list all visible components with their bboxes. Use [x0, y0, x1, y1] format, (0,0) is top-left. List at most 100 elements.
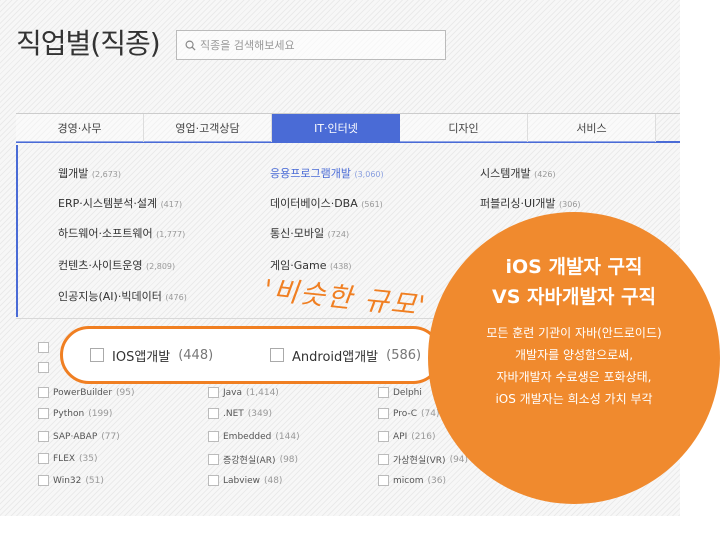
skill-checkbox[interactable]: Python (199) — [38, 408, 112, 419]
category-count: (561) — [361, 200, 383, 209]
option-count: (448) — [178, 347, 214, 363]
skill-checkbox[interactable]: 가상현실(VR) (94) — [378, 453, 468, 466]
category-count: (2,673) — [91, 170, 122, 179]
skill-label: Pro-C — [393, 408, 417, 419]
skill-checkbox[interactable]: Win32 (51) — [38, 475, 104, 486]
callout-body-line: iOS 개발자는 희소성 가치 부각 — [495, 392, 653, 406]
tab-service[interactable]: 서비스 — [528, 114, 656, 142]
callout-body: 모든 훈련 기관이 자바(안드로이드) 개발자를 양성함으로써, 자바개발자 수… — [428, 322, 720, 410]
skill-checkbox[interactable]: API (216) — [378, 431, 435, 442]
category-label: ERP·시스템분석·설계 — [58, 197, 158, 210]
checkbox[interactable] — [208, 431, 219, 442]
skill-label: Labview — [223, 475, 260, 486]
category-item[interactable]: 시스템개발 (426) — [480, 165, 556, 181]
skill-count: (144) — [275, 431, 300, 442]
skill-checkbox[interactable]: Labview (48) — [208, 475, 282, 486]
skill-count: (199) — [88, 408, 113, 419]
tab-it-internet[interactable]: IT·인터넷 — [272, 114, 400, 142]
skill-label: Win32 — [53, 475, 82, 486]
callout-body-line: 개발자를 양성함으로써, — [514, 348, 634, 362]
category-label: 시스템개발 — [480, 167, 531, 180]
category-tabs: 경영·사무 영업·고객상담 IT·인터넷 디자인 서비스 — [16, 113, 680, 143]
skill-count: (95) — [116, 387, 135, 398]
category-label: 하드웨어·소프트웨어 — [58, 227, 153, 240]
skill-checkbox[interactable] — [38, 342, 49, 353]
callout-body-line: 모든 훈련 기관이 자바(안드로이드) — [486, 326, 662, 340]
category-label: 응용프로그램개발 — [270, 167, 351, 180]
callout-body-line: 자바개발자 수료생은 포화상태, — [496, 370, 652, 384]
checkbox[interactable] — [208, 475, 219, 486]
skill-label: FLEX — [53, 453, 76, 464]
skill-checkbox[interactable]: 증강현실(AR) (98) — [208, 453, 298, 466]
checkbox[interactable] — [38, 453, 49, 464]
checkbox[interactable] — [208, 454, 219, 465]
checkbox[interactable] — [378, 454, 389, 465]
checkbox[interactable] — [38, 342, 49, 353]
checkbox[interactable] — [378, 408, 389, 419]
checkbox[interactable] — [38, 431, 49, 442]
checkbox[interactable] — [208, 387, 219, 398]
tab-sales[interactable]: 영업·고객상담 — [144, 114, 272, 142]
skill-checkbox[interactable]: .NET (349) — [208, 408, 272, 419]
android-app-option[interactable]: Android앱개발 (586) — [270, 346, 421, 365]
skill-label: 가상현실(VR) — [393, 456, 446, 466]
callout-circle: iOS 개발자 구직 VS 자바개발자 구직 모든 훈련 기관이 자바(안드로이… — [428, 212, 720, 504]
category-item[interactable]: 통신·모바일 (724) — [270, 225, 349, 241]
checkbox[interactable] — [378, 387, 389, 398]
category-label: 통신·모바일 — [270, 227, 325, 240]
option-count: (586) — [386, 347, 422, 363]
category-item[interactable]: 컨텐츠·사이트운영 (2,809) — [58, 257, 175, 273]
skill-checkbox[interactable] — [38, 362, 49, 373]
checkbox[interactable] — [38, 475, 49, 486]
category-count: (417) — [160, 200, 183, 209]
category-count: (724) — [327, 230, 350, 239]
category-item[interactable]: ERP·시스템분석·설계 (417) — [58, 195, 182, 211]
checkbox[interactable] — [38, 408, 49, 419]
skill-checkbox[interactable]: Java (1,414) — [208, 387, 279, 398]
skill-label: API — [393, 431, 408, 442]
skill-checkbox[interactable]: Embedded (144) — [208, 431, 300, 442]
skill-label: SAP·ABAP — [53, 431, 98, 442]
skill-label: 증강현실(AR) — [223, 456, 276, 466]
option-label: IOS앱개발 — [112, 349, 171, 365]
category-label: 데이터베이스·DBA — [270, 197, 358, 210]
category-count: (1,777) — [156, 230, 186, 239]
skill-checkbox[interactable]: Delphi — [378, 387, 422, 398]
category-count: (306) — [559, 200, 581, 209]
checkbox[interactable] — [38, 362, 49, 373]
checkbox[interactable] — [378, 431, 389, 442]
skill-checkbox[interactable]: micom (36) — [378, 475, 446, 486]
category-item[interactable]: 웹개발 (2,673) — [58, 165, 121, 181]
skill-checkbox[interactable]: SAP·ABAP (77) — [38, 431, 120, 442]
checkbox[interactable] — [90, 348, 104, 362]
category-label: 인공지능(AI)·빅데이터 — [58, 290, 162, 303]
search-box[interactable] — [176, 30, 446, 60]
category-item[interactable]: 인공지능(AI)·빅데이터 (476) — [58, 288, 187, 304]
category-count: (426) — [534, 170, 556, 179]
skill-count: (35) — [79, 453, 98, 464]
checkbox[interactable] — [38, 387, 49, 398]
skill-label: Delphi — [393, 387, 422, 398]
checkbox[interactable] — [208, 408, 219, 419]
ios-app-option[interactable]: IOS앱개발 (448) — [90, 346, 270, 365]
search-input[interactable] — [200, 38, 430, 52]
category-item[interactable]: 데이터베이스·DBA (561) — [270, 195, 383, 211]
highlight-pill: IOS앱개발 (448) Android앱개발 (586) — [60, 326, 442, 384]
tab-design[interactable]: 디자인 — [400, 114, 528, 142]
tab-management[interactable]: 경영·사무 — [16, 114, 144, 142]
checkbox[interactable] — [378, 475, 389, 486]
skill-count: (98) — [279, 454, 299, 465]
page-title: 직업별(직종) — [16, 27, 161, 60]
option-label: Android앱개발 — [292, 349, 379, 365]
category-item-selected[interactable]: 응용프로그램개발 (3,060) — [270, 165, 384, 181]
skill-checkbox[interactable]: PowerBuilder (95) — [38, 387, 135, 398]
callout-heading-line: iOS 개발자 구직 — [505, 256, 643, 278]
skill-label: Python — [53, 408, 85, 419]
checkbox[interactable] — [270, 348, 284, 362]
callout-heading-line: VS 자바개발자 구직 — [492, 286, 656, 308]
skill-count: (51) — [85, 475, 104, 486]
category-item[interactable]: 하드웨어·소프트웨어 (1,777) — [58, 225, 185, 241]
category-item[interactable]: 퍼블리싱·UI개발 (306) — [480, 195, 581, 211]
skill-checkbox[interactable]: FLEX (35) — [38, 453, 98, 464]
skill-label: Embedded — [223, 431, 272, 442]
